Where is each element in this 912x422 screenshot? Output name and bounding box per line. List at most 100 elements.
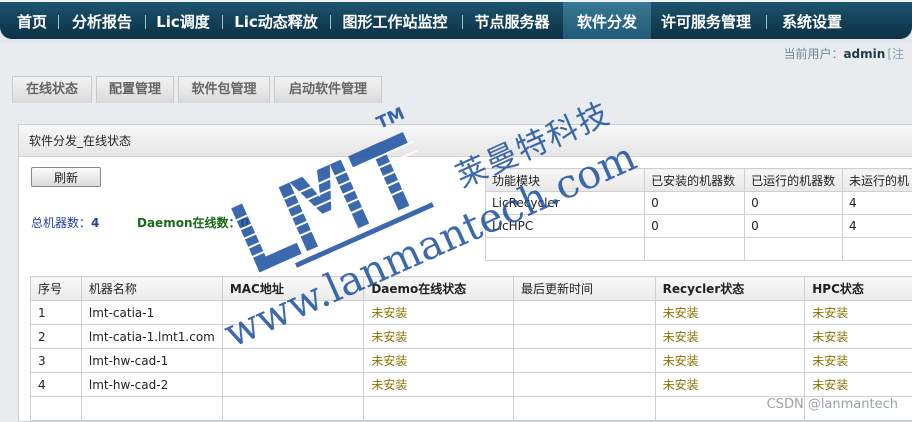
module-cell bbox=[486, 238, 645, 261]
nav-item-lic-schedule[interactable]: Lic调度 bbox=[150, 2, 216, 39]
row-machine-name: lmt-catia-1 bbox=[81, 301, 222, 325]
row-index: 3 bbox=[31, 349, 82, 373]
table-row: 4 lmt-hw-cad-2 未安装 未安装 未安装 bbox=[31, 373, 912, 397]
header-daemon-status: Daemo在线状态 bbox=[364, 277, 514, 301]
total-machines-label: 总机器数： bbox=[31, 216, 91, 230]
table-row: LicHPC 0 0 4 bbox=[486, 215, 912, 238]
table-row: 3 lmt-hw-cad-1 未安装 未安装 未安装 bbox=[31, 349, 912, 373]
module-cell: 0 bbox=[745, 215, 843, 238]
daemon-online-label: Daemon在线数： bbox=[137, 216, 241, 230]
module-cell: 0 bbox=[645, 215, 745, 238]
machine-table-header: 序号 机器名称 MAC地址 Daemo在线状态 最后更新时间 Recycler状… bbox=[31, 277, 912, 301]
row-last-update bbox=[514, 301, 656, 325]
row-hpc-status: 未安装 bbox=[805, 301, 912, 325]
header-machine-name: 机器名称 bbox=[81, 277, 222, 301]
nav-separator bbox=[222, 15, 223, 29]
module-cell bbox=[645, 238, 745, 261]
table-row: 2 lmt-catia-1.lmt1.com 未安装 未安装 未安装 bbox=[31, 325, 912, 349]
row-machine-name: lmt-hw-cad-2 bbox=[81, 373, 222, 397]
row-recycler-status: 未安装 bbox=[655, 301, 805, 325]
row-mac bbox=[222, 397, 364, 421]
tab-online-status[interactable]: 在线状态 bbox=[12, 76, 92, 103]
nav-item-software-distribution[interactable]: 软件分发 bbox=[563, 2, 651, 39]
nav-item-workstation-monitor[interactable]: 图形工作站监控 bbox=[334, 2, 456, 39]
module-cell: 0 bbox=[645, 192, 745, 215]
row-index: 4 bbox=[31, 373, 82, 397]
table-row bbox=[486, 238, 912, 261]
tab-config-management[interactable]: 配置管理 bbox=[96, 76, 174, 103]
header-hpc-status: HPC状态 bbox=[805, 277, 912, 301]
module-cell bbox=[745, 238, 843, 261]
top-nav: 首页 分析报告 Lic调度 Lic动态释放 图形工作站监控 节点服务器 软件分发… bbox=[0, 0, 912, 42]
row-daemon-status bbox=[364, 397, 514, 421]
header-mac: MAC地址 bbox=[222, 277, 364, 301]
row-hpc-status: 未安装 bbox=[805, 373, 912, 397]
module-cell: 4 bbox=[843, 192, 912, 215]
row-last-update bbox=[514, 325, 656, 349]
row-last-update bbox=[514, 349, 656, 373]
logout-link[interactable]: [注 bbox=[887, 47, 904, 61]
module-cell: LicRecycler bbox=[486, 192, 645, 215]
current-user-label: 当前用户： bbox=[783, 47, 843, 61]
nav-item-lic-release[interactable]: Lic动态释放 bbox=[226, 2, 326, 39]
nav-item-reports[interactable]: 分析报告 bbox=[64, 2, 140, 39]
refresh-button[interactable]: 刷新 bbox=[31, 167, 101, 187]
module-header-cell: 未运行的机 bbox=[843, 169, 912, 192]
row-recycler-status: 未安装 bbox=[655, 349, 805, 373]
nav-separator bbox=[766, 15, 767, 29]
row-daemon-status: 未安装 bbox=[364, 373, 514, 397]
row-daemon-status: 未安装 bbox=[364, 349, 514, 373]
nav-item-system-settings[interactable]: 系统设置 bbox=[774, 2, 850, 39]
module-header-cell: 功能模块 bbox=[486, 169, 645, 192]
table-row: 1 lmt-catia-1 未安装 未安装 未安装 bbox=[31, 301, 912, 325]
row-index: 2 bbox=[31, 325, 82, 349]
row-daemon-status: 未安装 bbox=[364, 301, 514, 325]
module-summary-table: 功能模块 已安装的机器数 已运行的机器数 未运行的机 LicRecycler 0… bbox=[485, 168, 912, 261]
row-hpc-status: 未安装 bbox=[805, 325, 912, 349]
daemon-online-value: 0 bbox=[241, 216, 249, 230]
csdn-credit: CSDN @lanmantech bbox=[767, 397, 898, 412]
module-cell: 0 bbox=[745, 192, 843, 215]
row-recycler-status: 未安装 bbox=[655, 373, 805, 397]
row-mac bbox=[222, 325, 364, 349]
nav-separator bbox=[462, 15, 463, 29]
row-last-update bbox=[514, 397, 656, 421]
panel-title: 软件分发_在线状态 bbox=[19, 125, 912, 157]
table-row: LicRecycler 0 0 4 bbox=[486, 192, 912, 215]
nav-item-home[interactable]: 首页 bbox=[8, 2, 56, 39]
total-machines-stat: 总机器数：4 bbox=[31, 214, 99, 231]
row-recycler-status: 未安装 bbox=[655, 325, 805, 349]
module-table-header: 功能模块 已安装的机器数 已运行的机器数 未运行的机 bbox=[486, 169, 912, 192]
row-machine-name: lmt-hw-cad-1 bbox=[81, 349, 222, 373]
nav-separator bbox=[58, 15, 59, 29]
row-mac bbox=[222, 301, 364, 325]
row-hpc-status: 未安装 bbox=[805, 349, 912, 373]
header-index: 序号 bbox=[31, 277, 82, 301]
nav-separator bbox=[330, 15, 331, 29]
nav-item-node-server[interactable]: 节点服务器 bbox=[466, 2, 558, 39]
row-machine-name bbox=[81, 397, 222, 421]
current-user: 当前用户：admin[注 bbox=[783, 45, 904, 62]
total-machines-value: 4 bbox=[91, 216, 99, 230]
tab-package-management[interactable]: 软件包管理 bbox=[178, 76, 270, 103]
module-cell: LicHPC bbox=[486, 215, 645, 238]
nav-separator bbox=[145, 15, 146, 29]
row-machine-name: lmt-catia-1.lmt1.com bbox=[81, 325, 222, 349]
row-daemon-status: 未安装 bbox=[364, 325, 514, 349]
tab-launch-software[interactable]: 启动软件管理 bbox=[274, 76, 382, 103]
current-user-name: admin bbox=[843, 47, 885, 61]
module-cell: 4 bbox=[843, 215, 912, 238]
header-recycler-status: Recycler状态 bbox=[655, 277, 805, 301]
header-last-update: 最后更新时间 bbox=[514, 277, 656, 301]
row-index: 1 bbox=[31, 301, 82, 325]
module-header-cell: 已运行的机器数 bbox=[745, 169, 843, 192]
row-mac bbox=[222, 373, 364, 397]
module-cell bbox=[843, 238, 912, 261]
nav-item-license-service[interactable]: 许可服务管理 bbox=[654, 2, 758, 39]
daemon-online-stat: Daemon在线数：0 bbox=[137, 214, 249, 231]
row-last-update bbox=[514, 373, 656, 397]
module-header-cell: 已安装的机器数 bbox=[645, 169, 745, 192]
online-status-panel: 软件分发_在线状态 刷新 总机器数：4 Daemon在线数：0 功能模块 已安装… bbox=[18, 124, 912, 422]
row-mac bbox=[222, 349, 364, 373]
row-index bbox=[31, 397, 82, 421]
